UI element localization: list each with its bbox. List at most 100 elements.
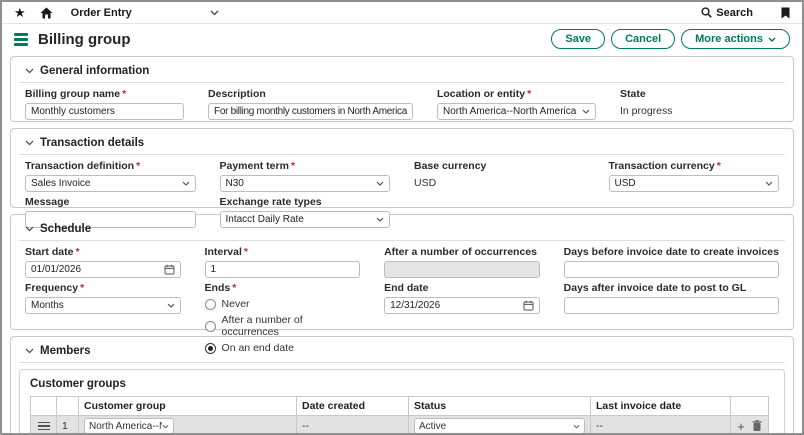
bookmark-icon[interactable] xyxy=(781,7,790,19)
page-header: Billing group Save Cancel More actions xyxy=(2,24,802,54)
customer-groups-title: Customer groups xyxy=(30,378,774,390)
radio-label: On an end date xyxy=(222,342,294,354)
field-label: Description xyxy=(208,88,266,100)
actions-column-header xyxy=(731,397,769,416)
payment-term-field: Payment term* N30 xyxy=(220,160,391,192)
search-label: Search xyxy=(716,7,753,19)
state-value: In progress xyxy=(620,103,779,117)
home-icon[interactable] xyxy=(40,7,53,19)
customer-group-select[interactable]: North America--North . xyxy=(84,418,174,434)
add-row-icon[interactable]: + xyxy=(737,420,745,433)
application-menu[interactable]: Order Entry xyxy=(71,7,132,19)
transaction-definition-select[interactable]: Sales Invoice xyxy=(25,175,196,192)
field-label: Billing group name xyxy=(25,88,120,100)
required-marker: * xyxy=(527,88,531,100)
section-title: Members xyxy=(40,345,91,357)
radio-option-end-date[interactable]: On an end date xyxy=(205,342,361,354)
location-select[interactable]: North America--North America xyxy=(437,103,596,120)
transaction-currency-field: Transaction currency* USD xyxy=(609,160,780,192)
days-after-input[interactable] xyxy=(564,297,779,314)
global-search[interactable]: Search xyxy=(701,7,753,19)
section-header-general[interactable]: General information xyxy=(19,62,785,83)
save-label: Save xyxy=(565,33,591,45)
description-input[interactable]: For billing monthly customers in North A… xyxy=(208,103,413,120)
transaction-definition-field: Transaction definition* Sales Invoice xyxy=(25,160,196,192)
frequency-field: Frequency* Months xyxy=(25,282,181,354)
field-label: Exchange rate types xyxy=(220,196,322,208)
last-invoice-date-cell: -- xyxy=(591,416,731,435)
chevron-down-icon xyxy=(182,181,190,186)
field-label: After a number of occurrences xyxy=(384,246,537,258)
base-currency-field: Base currency USD xyxy=(414,160,585,192)
row-number-column-header xyxy=(57,397,79,416)
chevron-down-icon[interactable] xyxy=(210,10,219,16)
column-header: Date created xyxy=(297,397,409,416)
section-title: Schedule xyxy=(40,223,91,235)
page-title: Billing group xyxy=(38,31,130,48)
status-select[interactable]: Active xyxy=(414,418,585,434)
interval-input[interactable]: 1 xyxy=(205,261,361,278)
radio-icon[interactable] xyxy=(205,321,216,332)
chevron-down-icon xyxy=(765,181,773,186)
field-label: End date xyxy=(384,282,428,294)
collapse-chevron-icon[interactable] xyxy=(25,140,34,146)
radio-label: Never xyxy=(222,298,250,310)
collapse-chevron-icon[interactable] xyxy=(25,68,34,74)
table-header-row: Customer group Date created Status Last … xyxy=(31,397,769,416)
calendar-icon[interactable] xyxy=(164,264,175,275)
section-title: Transaction details xyxy=(40,137,144,149)
radio-icon[interactable] xyxy=(205,299,216,310)
drag-handle-icon[interactable] xyxy=(38,422,50,431)
chevron-down-icon xyxy=(376,217,384,222)
field-label: Frequency xyxy=(25,282,78,294)
field-label: Location or entity xyxy=(437,88,525,100)
field-label: Base currency xyxy=(414,160,486,172)
base-currency-value: USD xyxy=(414,175,585,189)
exchange-rate-types-field: Exchange rate types Intacct Daily Rate xyxy=(220,196,391,228)
ends-field: Ends* Never After a number of occurrence… xyxy=(205,282,361,354)
field-label: State xyxy=(620,88,646,100)
start-date-field: Start date* 01/01/2026 xyxy=(25,246,181,278)
transaction-currency-select[interactable]: USD xyxy=(609,175,780,192)
record-list-icon[interactable] xyxy=(14,33,28,46)
exchange-rate-types-select[interactable]: Intacct Daily Rate xyxy=(220,211,391,228)
billing-group-name-field: Billing group name* Monthly customers xyxy=(25,88,184,120)
start-date-input[interactable]: 01/01/2026 xyxy=(25,261,181,278)
radio-icon[interactable] xyxy=(205,343,216,354)
field-label: Transaction currency xyxy=(609,160,715,172)
frequency-select[interactable]: Months xyxy=(25,297,181,314)
search-icon xyxy=(701,7,712,18)
favorite-star-icon[interactable]: ★ xyxy=(14,6,26,19)
cancel-button[interactable]: Cancel xyxy=(611,29,675,49)
more-actions-button[interactable]: More actions xyxy=(681,29,790,49)
days-before-field: Days before invoice date to create invoi… xyxy=(564,246,779,278)
required-marker: * xyxy=(80,282,84,294)
location-field: Location or entity* North America--North… xyxy=(437,88,596,120)
app-window: ★ Order Entry Search Billing group Save … xyxy=(0,0,804,435)
collapse-chevron-icon[interactable] xyxy=(25,226,34,232)
collapse-chevron-icon[interactable] xyxy=(25,348,34,354)
payment-term-select[interactable]: N30 xyxy=(220,175,391,192)
customer-groups-panel: Customer groups Customer group Date crea… xyxy=(19,369,785,435)
radio-option-occurrences[interactable]: After a number of occurrences xyxy=(205,314,361,338)
field-label: Message xyxy=(25,196,69,208)
delete-row-icon[interactable] xyxy=(752,420,762,432)
section-header-transaction[interactable]: Transaction details xyxy=(19,134,785,155)
required-marker: * xyxy=(244,246,248,258)
table-row: 1 North America--North . -- Active xyxy=(31,416,769,435)
chevron-down-icon xyxy=(768,37,776,42)
customer-groups-table: Customer group Date created Status Last … xyxy=(30,396,769,435)
chevron-down-icon xyxy=(573,421,580,432)
radio-option-never[interactable]: Never xyxy=(205,298,361,310)
end-date-input[interactable]: 12/31/2026 xyxy=(384,297,540,314)
field-label: Days before invoice date to create invoi… xyxy=(564,246,779,258)
calendar-icon[interactable] xyxy=(523,300,534,311)
occurrences-field: After a number of occurrences xyxy=(384,246,540,278)
save-button[interactable]: Save xyxy=(551,29,605,49)
schedule-section: Schedule Start date* 01/01/2026 Interval… xyxy=(10,214,794,330)
cancel-label: Cancel xyxy=(625,33,661,45)
days-before-input[interactable] xyxy=(564,261,779,278)
billing-group-name-input[interactable]: Monthly customers xyxy=(25,103,184,120)
chevron-down-icon xyxy=(167,303,175,308)
field-label: Interval xyxy=(205,246,242,258)
